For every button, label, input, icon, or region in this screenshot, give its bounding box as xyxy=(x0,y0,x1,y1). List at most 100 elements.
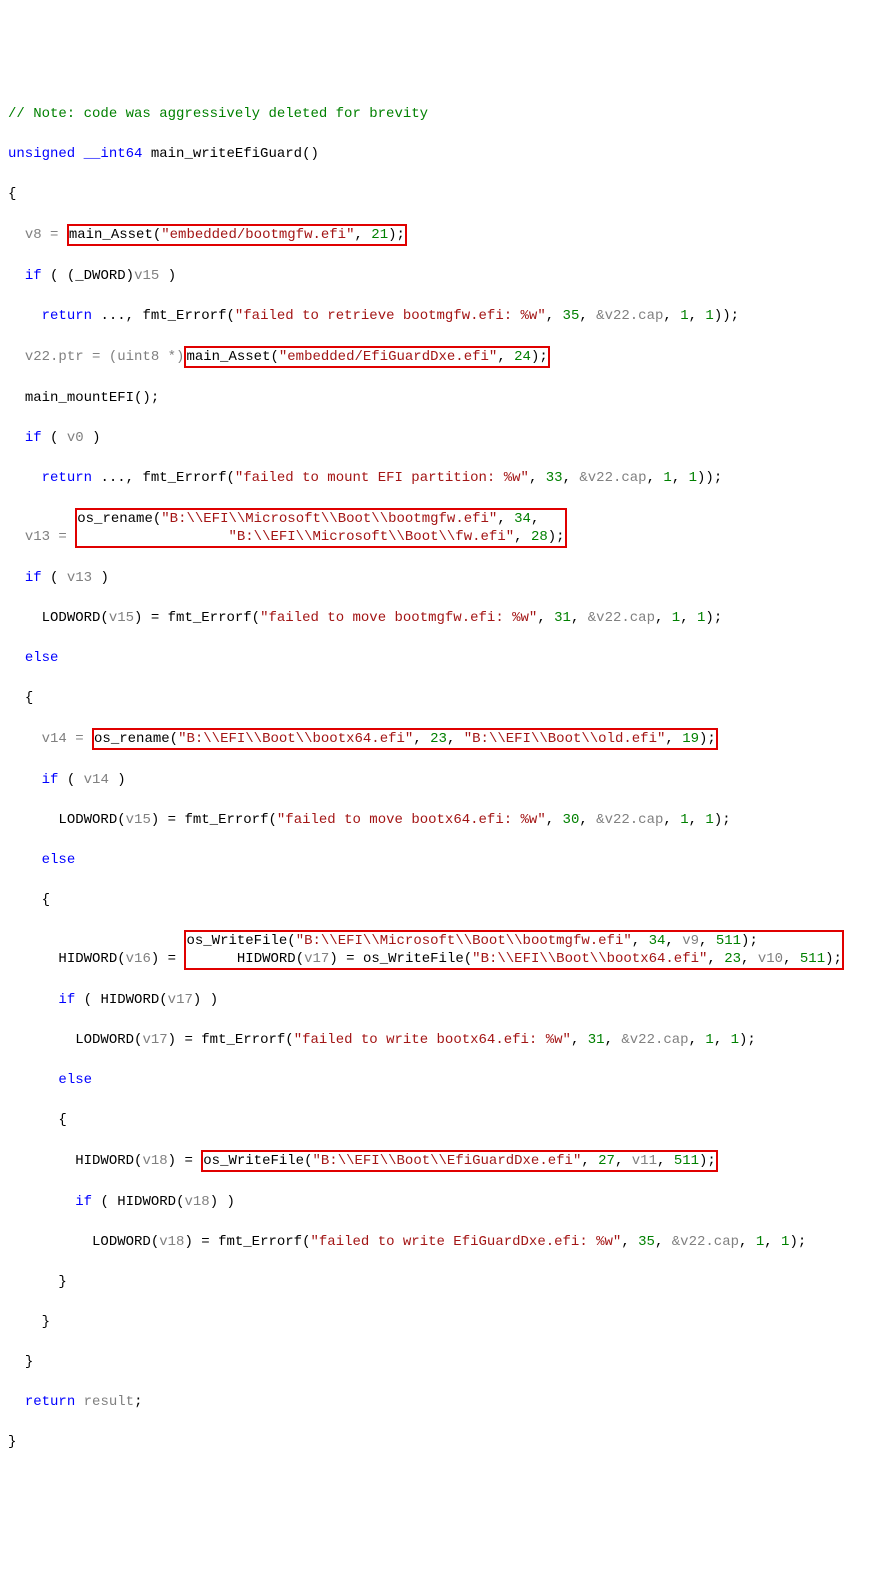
var: v11 xyxy=(632,1153,657,1169)
num: 1 xyxy=(672,610,680,626)
var: v18 xyxy=(159,1234,184,1250)
num: 511 xyxy=(716,933,741,949)
hl-os-rename-1: os_rename("B:\\EFI\\Microsoft\\Boot\\boo… xyxy=(75,508,566,548)
kw-else: else xyxy=(25,650,59,666)
fn-hidword: HIDWORD xyxy=(117,1194,176,1210)
str: "embedded/EfiGuardDxe.efi" xyxy=(279,349,497,365)
var: v15 xyxy=(134,268,159,284)
fn-hidword: HIDWORD xyxy=(237,951,296,967)
fn-fmt-errorf: fmt_Errorf xyxy=(218,1234,302,1250)
hl-writefile-3: os_WriteFile("B:\\EFI\\Boot\\EfiGuardDxe… xyxy=(201,1150,718,1172)
var-v22ptr: v22.ptr = (uint8 *) xyxy=(25,349,185,365)
kw-return: return xyxy=(25,1394,75,1410)
fn-os-rename: os_rename xyxy=(94,731,170,747)
fn-fmt-errorf: fmt_Errorf xyxy=(142,308,226,324)
num: 1 xyxy=(731,1032,739,1048)
var: v17 xyxy=(142,1032,167,1048)
str: "failed to retrieve bootmgfw.efi: %w" xyxy=(235,308,546,324)
num: 511 xyxy=(674,1153,699,1169)
fn-fmt-errorf: fmt_Errorf xyxy=(142,470,226,486)
hl-main-asset-1: main_Asset("embedded/bootmgfw.efi", 21); xyxy=(67,224,407,246)
var-v14-lhs: v14 = xyxy=(42,731,92,747)
str: "B:\\EFI\\Boot\\bootx64.efi" xyxy=(178,731,413,747)
num: 1 xyxy=(680,308,688,324)
num: 34 xyxy=(649,933,666,949)
num: 27 xyxy=(598,1153,615,1169)
fn-hidword: HIDWORD xyxy=(58,951,117,967)
num: 1 xyxy=(705,812,713,828)
str: "B:\\EFI\\Boot\\bootx64.efi" xyxy=(472,951,707,967)
num: 34 xyxy=(514,511,531,527)
var: v17 xyxy=(304,951,329,967)
str: "failed to move bootx64.efi: %w" xyxy=(277,812,546,828)
comment-line: // Note: code was aggressively deleted f… xyxy=(8,106,428,122)
fn-main-asset: main_Asset xyxy=(186,349,270,365)
fn-lodword: LODWORD xyxy=(92,1234,151,1250)
fn-fmt-errorf: fmt_Errorf xyxy=(168,610,252,626)
str: "B:\\EFI\\Boot\\EfiGuardDxe.efi" xyxy=(313,1153,582,1169)
var: v16 xyxy=(126,951,151,967)
num: 1 xyxy=(705,308,713,324)
var: &v22.cap xyxy=(596,308,663,324)
type-int64: __int64 xyxy=(84,146,143,162)
kw-unsigned: unsigned xyxy=(8,146,75,162)
hl-main-asset-2: main_Asset("embedded/EfiGuardDxe.efi", 2… xyxy=(184,346,549,368)
var: v17 xyxy=(168,992,193,1008)
fn-os-writefile: os_WriteFile xyxy=(186,933,287,949)
str: "B:\\EFI\\Boot\\old.efi" xyxy=(464,731,666,747)
num: 21 xyxy=(371,227,388,243)
str: "B:\\EFI\\Microsoft\\Boot\\bootmgfw.efi" xyxy=(296,933,632,949)
var-v8-lhs: v8 = xyxy=(25,227,67,243)
num: 23 xyxy=(724,951,741,967)
var: &v22.cap xyxy=(621,1032,688,1048)
str: "B:\\EFI\\Microsoft\\Boot\\fw.efi" xyxy=(228,529,514,545)
num: 35 xyxy=(563,308,580,324)
kw-if: if xyxy=(58,992,75,1008)
kw-if: if xyxy=(25,268,42,284)
num: 1 xyxy=(756,1234,764,1250)
num: 1 xyxy=(680,812,688,828)
var: &v22.cap xyxy=(579,470,646,486)
var: v18 xyxy=(184,1194,209,1210)
num: 1 xyxy=(781,1234,789,1250)
num: 30 xyxy=(563,812,580,828)
fn-hidword: HIDWORD xyxy=(75,1153,134,1169)
fn-lodword: LODWORD xyxy=(75,1032,134,1048)
fn-os-writefile: os_WriteFile xyxy=(203,1153,304,1169)
fn-lodword: LODWORD xyxy=(42,610,101,626)
var: v10 xyxy=(758,951,783,967)
num: 23 xyxy=(430,731,447,747)
num: 33 xyxy=(546,470,563,486)
var: v15 xyxy=(126,812,151,828)
fn-main-writeEfiGuard: main_writeEfiGuard xyxy=(151,146,302,162)
kw-else: else xyxy=(42,852,76,868)
var: v18 xyxy=(142,1153,167,1169)
str: "failed to mount EFI partition: %w" xyxy=(235,470,529,486)
hl-os-rename-2: os_rename("B:\\EFI\\Boot\\bootx64.efi", … xyxy=(92,728,718,750)
kw-if: if xyxy=(75,1194,92,1210)
code-block: // Note: code was aggressively deleted f… xyxy=(8,84,880,1472)
fn-lodword: LODWORD xyxy=(58,812,117,828)
num: 1 xyxy=(689,470,697,486)
fn-hidword: HIDWORD xyxy=(100,992,159,1008)
kw-if: if xyxy=(42,772,59,788)
fn-os-writefile: os_WriteFile xyxy=(363,951,464,967)
fn-os-rename: os_rename xyxy=(77,511,153,527)
var: v15 xyxy=(109,610,134,626)
kw-if: if xyxy=(25,430,42,446)
kw-else: else xyxy=(58,1072,92,1088)
num: 24 xyxy=(514,349,531,365)
num: 35 xyxy=(638,1234,655,1250)
var: v0 xyxy=(67,430,84,446)
str: "failed to write bootx64.efi: %w" xyxy=(294,1032,571,1048)
fn-mount-efi: main_mountEFI xyxy=(25,390,134,406)
str: "embedded/bootmgfw.efi" xyxy=(161,227,354,243)
num: 31 xyxy=(554,610,571,626)
num: 31 xyxy=(588,1032,605,1048)
str: "failed to move bootmgfw.efi: %w" xyxy=(260,610,537,626)
kw-return: return xyxy=(42,308,92,324)
str: "B:\\EFI\\Microsoft\\Boot\\bootmgfw.efi" xyxy=(161,511,497,527)
var: &v22.cap xyxy=(596,812,663,828)
var: v13 xyxy=(67,570,92,586)
str: "failed to write EfiGuardDxe.efi: %w" xyxy=(310,1234,621,1250)
